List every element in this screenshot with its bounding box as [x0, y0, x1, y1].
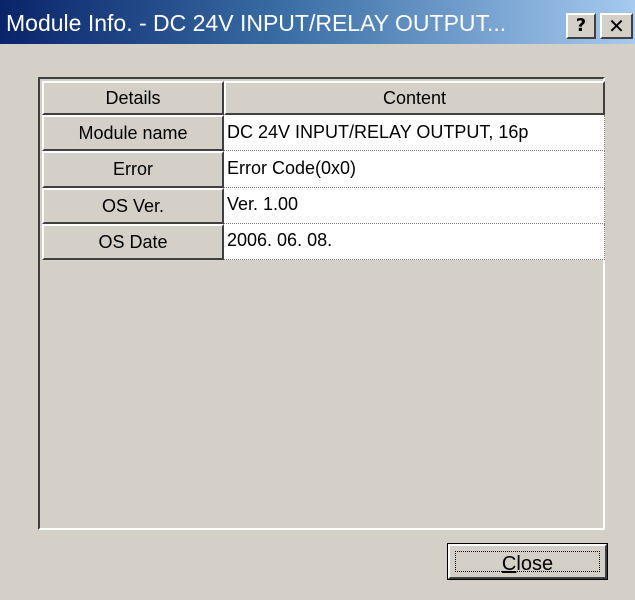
row-key-os-date: OS Date: [42, 224, 224, 260]
column-header-details[interactable]: Details: [42, 81, 224, 115]
row-value-module-name[interactable]: DC 24V INPUT/RELAY OUTPUT, 16p: [224, 115, 605, 151]
column-header-content[interactable]: Content: [224, 81, 605, 115]
window-close-button[interactable]: ✕: [600, 13, 633, 39]
close-button[interactable]: Close: [447, 543, 608, 580]
help-icon: ?: [575, 15, 587, 36]
close-icon: ✕: [608, 14, 625, 38]
row-key-error: Error: [42, 151, 224, 188]
row-value-os-date[interactable]: 2006. 06. 08.: [224, 224, 605, 260]
window-title: Module Info. - DC 24V INPUT/RELAY OUTPUT…: [6, 10, 507, 36]
close-button-label: Close: [502, 553, 553, 575]
module-info-grid: Details Content Module name DC 24V INPUT…: [38, 77, 605, 530]
row-key-module-name: Module name: [42, 115, 224, 151]
help-button[interactable]: ?: [566, 13, 596, 39]
title-bar[interactable]: Module Info. - DC 24V INPUT/RELAY OUTPUT…: [0, 0, 635, 44]
row-value-error[interactable]: Error Code(0x0): [224, 151, 605, 188]
close-mnemonic: C: [501, 553, 517, 575]
row-value-os-ver[interactable]: Ver. 1.00: [224, 188, 605, 224]
module-info-dialog: Module Info. - DC 24V INPUT/RELAY OUTPUT…: [0, 0, 635, 600]
row-key-os-ver: OS Ver.: [42, 188, 224, 224]
close-label-rest: lose: [516, 553, 554, 575]
